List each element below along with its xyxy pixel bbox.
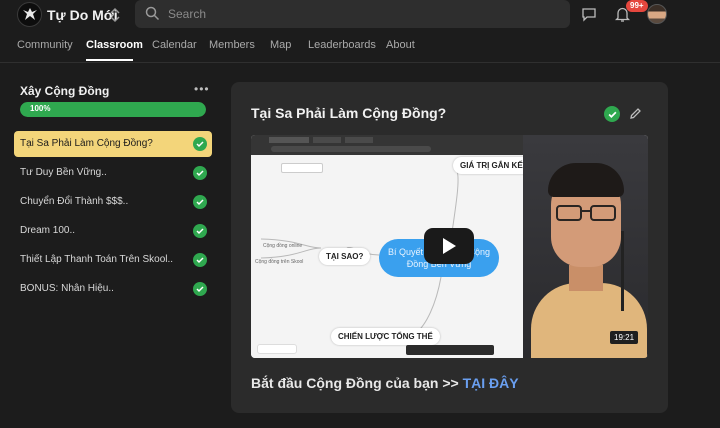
- top-bar: Tự Do Mới 99+: [0, 0, 720, 30]
- cta-text: Bắt đầu Cộng Đồng của bạn >> TẠI ĐÂY: [251, 375, 519, 391]
- check-icon: [193, 253, 207, 267]
- pencil-icon[interactable]: [628, 106, 643, 126]
- presenter-webcam: [523, 135, 648, 358]
- search-bar[interactable]: [135, 0, 570, 28]
- lesson-item[interactable]: Thiết Lập Thanh Toán Trên Skool..: [14, 247, 212, 273]
- lesson-heading: Tại Sa Phải Làm Cộng Đồng?: [251, 105, 447, 121]
- tab-map[interactable]: Map: [270, 39, 291, 51]
- course-title: Xây Cộng Đồng: [20, 84, 110, 98]
- tab-calendar[interactable]: Calendar: [152, 39, 197, 51]
- avatar[interactable]: [647, 4, 667, 24]
- search-input[interactable]: [168, 4, 558, 24]
- tab-leaderboards[interactable]: Leaderboards: [308, 39, 376, 51]
- lesson-label: Dream 100..: [20, 225, 76, 236]
- lesson-label: Tại Sa Phải Làm Cộng Đồng?: [20, 138, 153, 149]
- lesson-label: Chuyển Đổi Thành $$$..: [20, 196, 129, 207]
- check-icon: [193, 282, 207, 296]
- mindmap-node-bottom: CHIẾN LƯỢC TỔNG THỂ: [331, 328, 440, 345]
- cta-prefix: Bắt đầu Cộng Đồng của bạn >>: [251, 375, 463, 391]
- video-duration: 19:21: [610, 331, 639, 344]
- progress-label: 100%: [30, 104, 51, 113]
- search-icon: [145, 6, 160, 26]
- lesson-label: Thiết Lập Thanh Toán Trên Skool..: [20, 254, 174, 265]
- mindmap-subnode: Cộng đồng trên Skool: [255, 259, 304, 265]
- course-progress-bar: 100%: [20, 102, 206, 117]
- tab-classroom[interactable]: Classroom: [86, 39, 143, 51]
- cta-link[interactable]: TẠI ĐÂY: [463, 375, 519, 391]
- active-tab-indicator: [86, 59, 133, 61]
- check-icon: [193, 137, 207, 151]
- lesson-item[interactable]: BONUS: Nhân Hiệu..: [14, 276, 212, 302]
- mark-complete-check-icon[interactable]: [604, 106, 620, 122]
- video-player[interactable]: Bí Quyết Xây Dựng Cộng Đồng Bền Vững GIÁ…: [251, 135, 648, 358]
- lesson-label: Tư Duy Bền Vững..: [20, 167, 107, 178]
- video-browser-bar: [251, 135, 523, 155]
- lesson-label: BONUS: Nhân Hiệu..: [20, 283, 114, 294]
- group-logo-icon[interactable]: [17, 2, 42, 27]
- chat-icon[interactable]: [581, 7, 597, 27]
- mindmap-subnode: Cộng đồng online: [263, 243, 303, 249]
- play-icon[interactable]: [424, 228, 474, 264]
- lesson-item[interactable]: Tại Sa Phải Làm Cộng Đồng?: [14, 131, 212, 157]
- lesson-item[interactable]: Tư Duy Bền Vững..: [14, 160, 212, 186]
- main-nav: Community Classroom Calendar Members Map…: [0, 34, 720, 62]
- notification-badge: 99+: [626, 0, 648, 12]
- switcher-icon[interactable]: [108, 6, 122, 24]
- check-icon: [193, 166, 207, 180]
- more-options-icon[interactable]: •••: [194, 82, 210, 96]
- check-icon: [193, 224, 207, 238]
- nav-divider: [0, 62, 720, 63]
- tab-community[interactable]: Community: [17, 39, 73, 51]
- lesson-item[interactable]: Dream 100..: [14, 218, 212, 244]
- mindmap-slide: Bí Quyết Xây Dựng Cộng Đồng Bền Vững GIÁ…: [251, 155, 535, 358]
- tab-members[interactable]: Members: [209, 39, 255, 51]
- mindmap-node-left: TẠI SAO?: [319, 248, 371, 265]
- lesson-item[interactable]: Chuyển Đổi Thành $$$..: [14, 189, 212, 215]
- tab-about[interactable]: About: [386, 39, 415, 51]
- check-icon: [193, 195, 207, 209]
- lesson-card: Tại Sa Phải Làm Cộng Đồng? Bí Quyết Xây …: [231, 82, 668, 413]
